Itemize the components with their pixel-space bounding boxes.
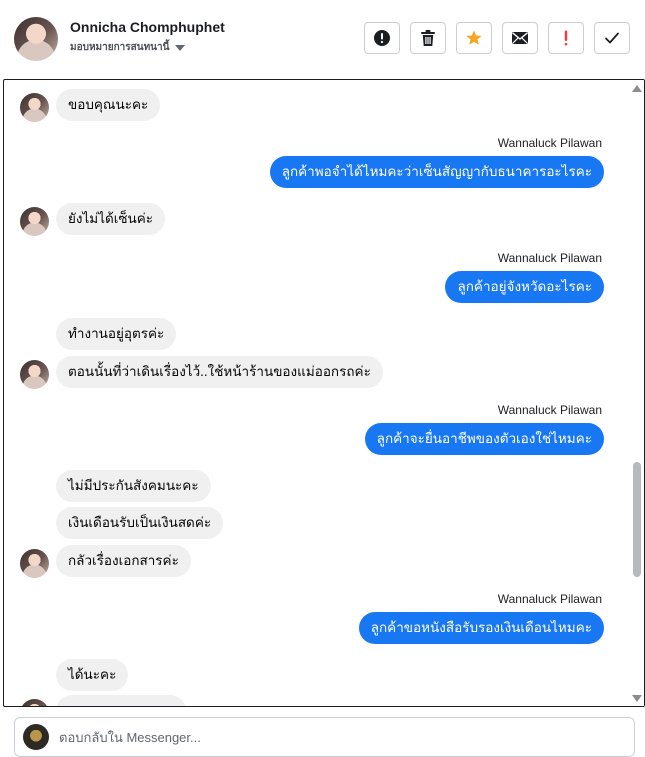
incoming-message[interactable]: ทำงานอยู่อุตรค่ะ bbox=[56, 318, 177, 350]
incoming-message[interactable]: ได้นะคะ bbox=[56, 659, 129, 691]
assign-conversation-dropdown[interactable]: มอบหมายการสนทนานี้ bbox=[70, 40, 186, 55]
contact-avatar-small[interactable] bbox=[20, 207, 49, 236]
exclamation-icon bbox=[564, 30, 568, 46]
contact-avatar-small[interactable] bbox=[20, 360, 49, 389]
scrollbar[interactable] bbox=[630, 80, 644, 706]
contact-avatar-small[interactable] bbox=[20, 549, 49, 578]
reply-composer bbox=[14, 717, 635, 757]
outgoing-message[interactable]: ลูกค้าอยู่จังหวัดอะไรคะ bbox=[445, 271, 604, 303]
delete-button[interactable] bbox=[410, 22, 446, 54]
contact-avatar-small[interactable] bbox=[20, 699, 49, 706]
contact-avatar-small[interactable] bbox=[20, 93, 49, 122]
incoming-message[interactable]: ยังไม่ได้เซ็นค่ะ bbox=[56, 203, 166, 235]
incoming-message[interactable]: ตอนนั้นที่ว่าเดินเรื่องไว้..ใช้หน้าร้านข… bbox=[56, 356, 383, 388]
incoming-message[interactable]: เงินเดือนรับเป็นเงินสดค่ะ bbox=[56, 507, 224, 539]
sender-name: Wannaluck Pilawan bbox=[497, 592, 602, 606]
sender-name: Wannaluck Pilawan bbox=[497, 403, 602, 417]
exclamation-circle-icon bbox=[374, 30, 390, 46]
outgoing-message[interactable]: ลูกค้าจะยื่นอาชีพของตัวเองใช่ไหมคะ bbox=[364, 423, 604, 455]
outgoing-message[interactable]: ลูกค้าขอหนังสือรับรองเงินเดือนไหมคะ bbox=[358, 612, 604, 644]
conversation-toolbar bbox=[364, 22, 630, 54]
envelope-icon bbox=[512, 32, 528, 44]
incoming-message[interactable]: กลัวเรื่องเอกสารค่ะ bbox=[56, 545, 191, 577]
mark-done-button[interactable] bbox=[594, 22, 630, 54]
scroll-up-arrow-icon[interactable] bbox=[632, 85, 642, 92]
trash-icon bbox=[421, 30, 435, 46]
message-list[interactable]: ขอบคุณนะคะ Wannaluck Pilawan ลูกค้าพอจำไ… bbox=[4, 80, 630, 706]
outgoing-message[interactable]: ลูกค้าพอจำได้ไหมคะว่าเซ็นสัญญากับธนาคารอ… bbox=[269, 156, 604, 188]
incoming-message-partial[interactable] bbox=[56, 695, 186, 706]
incoming-message[interactable]: ขอบคุณนะคะ bbox=[56, 89, 161, 121]
conversation-panel: ขอบคุณนะคะ Wannaluck Pilawan ลูกค้าพอจำไ… bbox=[3, 79, 645, 707]
sender-name: Wannaluck Pilawan bbox=[497, 136, 602, 150]
checkmark-icon bbox=[605, 32, 619, 44]
contact-name[interactable]: Onnicha Chomphuphet bbox=[70, 19, 225, 35]
star-icon bbox=[466, 30, 482, 45]
scroll-down-arrow-icon[interactable] bbox=[632, 695, 642, 702]
page-avatar bbox=[23, 724, 49, 750]
incoming-message[interactable]: ไม่มีประกันสังคมนะคะ bbox=[56, 470, 211, 502]
scrollbar-thumb[interactable] bbox=[633, 462, 641, 577]
assign-conversation-label: มอบหมายการสนทนานี้ bbox=[70, 42, 170, 53]
mark-spam-button[interactable] bbox=[364, 22, 400, 54]
contact-avatar[interactable] bbox=[14, 17, 58, 61]
reply-input[interactable] bbox=[59, 726, 619, 748]
star-button[interactable] bbox=[456, 22, 492, 54]
mark-unread-button[interactable] bbox=[502, 22, 538, 54]
sender-name: Wannaluck Pilawan bbox=[497, 251, 602, 265]
follow-up-button[interactable] bbox=[548, 22, 584, 54]
caret-down-icon bbox=[175, 44, 186, 51]
conversation-header: Onnicha Chomphuphet มอบหมายการสนทนานี้ bbox=[0, 0, 645, 79]
